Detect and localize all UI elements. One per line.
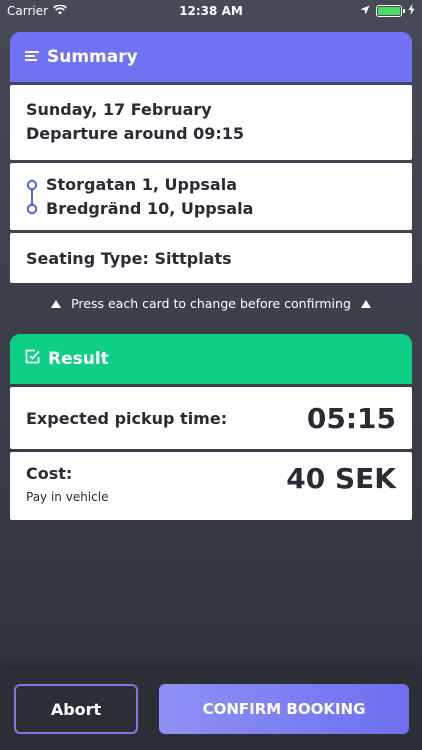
hint-row: Press each card to change before confirm…	[0, 293, 422, 313]
triangle-up-icon	[360, 296, 371, 311]
date-card[interactable]: Sunday, 17 February Departure around 09:…	[10, 85, 412, 160]
cost-value: 40 SEK	[286, 462, 396, 495]
wifi-icon	[53, 4, 68, 18]
seating-type: Seating Type: Sittplats	[26, 248, 232, 268]
battery-icon	[376, 5, 405, 17]
result-header: Result	[10, 334, 412, 384]
dropoff-address: Bredgränd 10, Uppsala	[46, 199, 254, 218]
cost-label: Cost:	[26, 464, 73, 483]
result-title: Result	[48, 349, 109, 369]
trip-date: Sunday, 17 February	[26, 100, 212, 119]
departure-time: Departure around 09:15	[26, 124, 245, 143]
pickup-time-value: 05:15	[306, 401, 396, 435]
carrier-label: Carrier	[7, 4, 49, 18]
triangle-up-icon	[51, 296, 62, 311]
route-card[interactable]: Storgatan 1, Uppsala Bredgränd 10, Uppsa…	[10, 163, 412, 230]
pickup-address: Storgatan 1, Uppsala	[46, 175, 237, 194]
location-arrow-icon	[360, 4, 370, 18]
route-icon	[26, 179, 38, 215]
check-square-icon	[25, 349, 40, 369]
battery-fill	[378, 7, 400, 15]
charging-bolt-icon	[408, 4, 415, 18]
seating-card[interactable]: Seating Type: Sittplats	[10, 233, 412, 283]
summary-title: Summary	[47, 47, 138, 67]
pickup-time-card: Expected pickup time: 05:15	[10, 387, 412, 449]
confirm-booking-button[interactable]: CONFIRM BOOKING	[159, 684, 409, 734]
status-bar: Carrier 12:38 AM	[0, 0, 422, 22]
summary-header: Summary	[10, 32, 412, 82]
pickup-time-label: Expected pickup time:	[26, 408, 228, 428]
cost-card: Cost: Pay in vehicle 40 SEK	[10, 452, 412, 520]
hint-text: Press each card to change before confirm…	[71, 295, 351, 311]
list-icon	[25, 47, 39, 67]
abort-button[interactable]: Abort	[14, 684, 138, 734]
payment-note: Pay in vehicle	[26, 490, 109, 504]
